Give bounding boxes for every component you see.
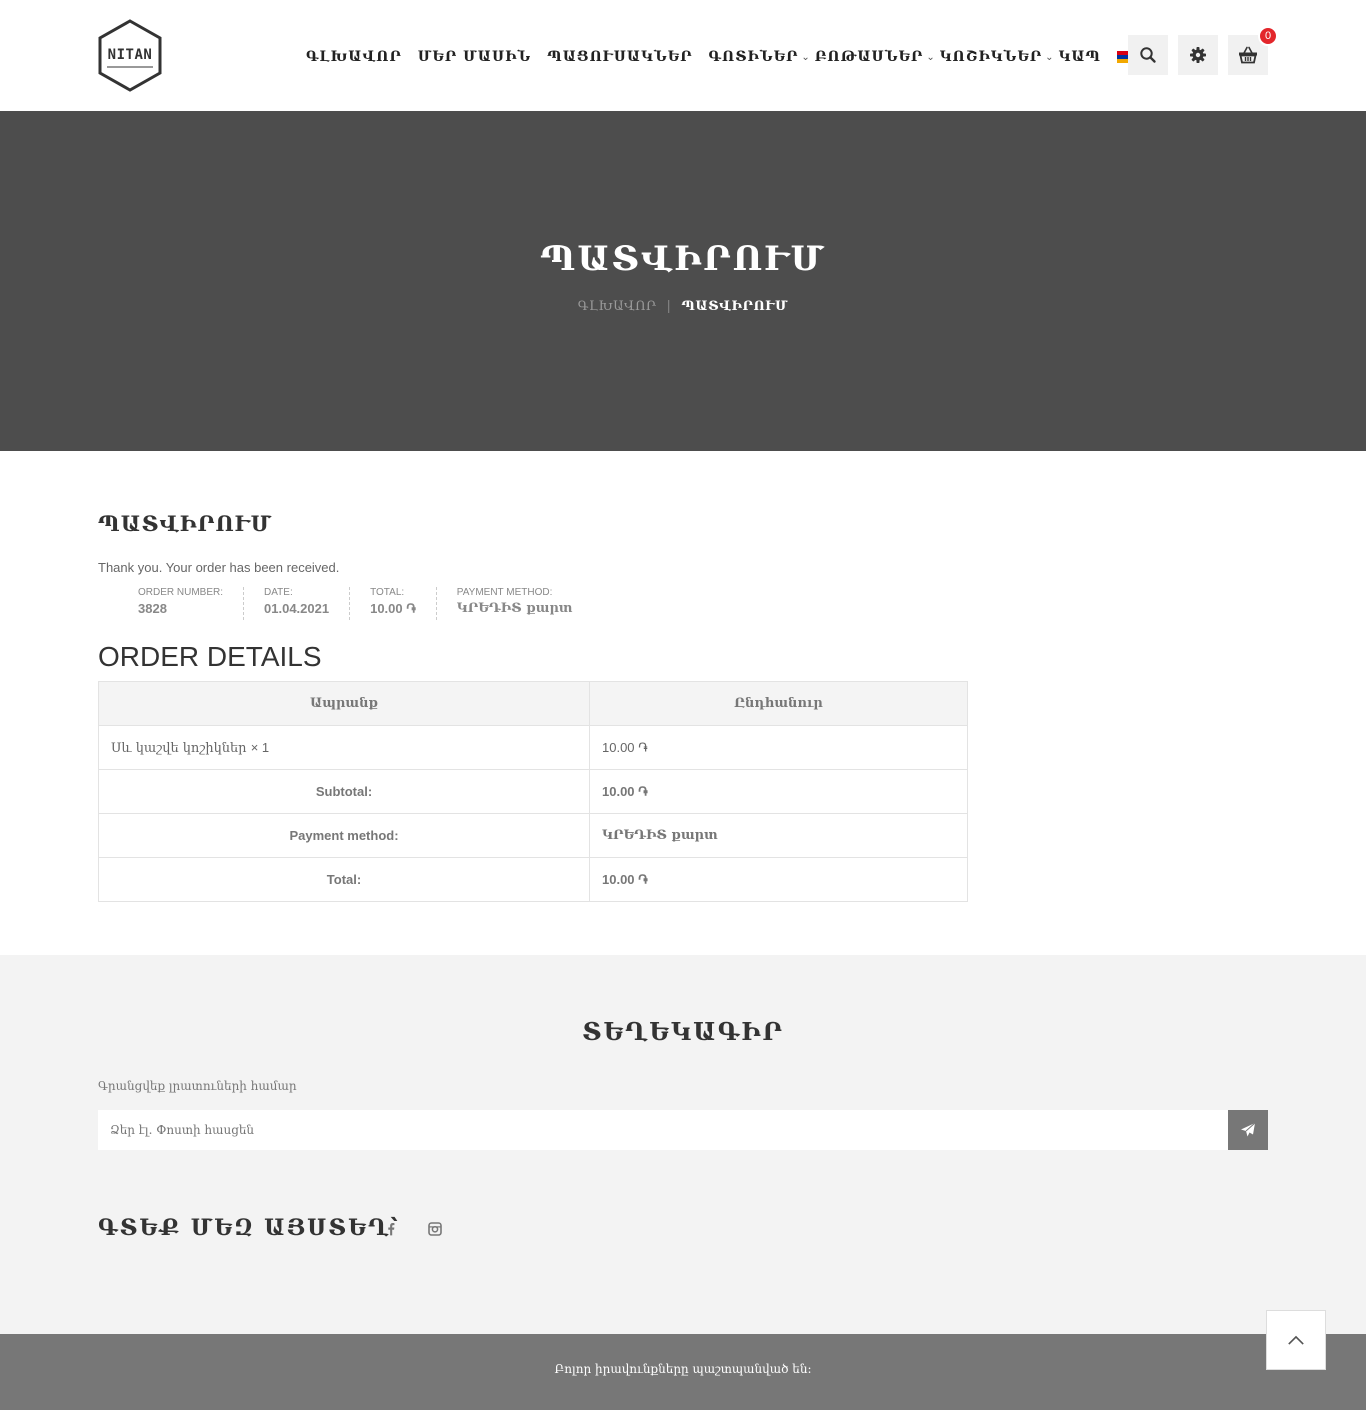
overview-label: ORDER NUMBER: bbox=[138, 587, 224, 598]
cart-button[interactable]: 0 bbox=[1228, 26, 1278, 75]
breadcrumb-home-link[interactable]: ԳԼԽԱՎՈՐ bbox=[578, 299, 657, 314]
copyright-text: Բոլոր իրավունքները պաշտպանված են: bbox=[554, 1362, 812, 1376]
chevron-down-icon: ⌄ bbox=[926, 51, 936, 63]
subtotal-value: 10.00 ֏ bbox=[589, 769, 968, 814]
nav-item-contact[interactable]: ԿԱՊ bbox=[1059, 49, 1101, 65]
breadcrumb-separator: | bbox=[666, 299, 672, 314]
settings-button[interactable] bbox=[1178, 35, 1218, 75]
overview-value: ԿՐԵԴԻՏ քարտ bbox=[456, 601, 573, 616]
gear-icon bbox=[1190, 47, 1206, 63]
site-header: NITAN ԳԼԽԱՎՈՐ ՄԵՐ ՄԱՍԻՆ ՊԱՑՈՒՍԱԿՆԵՐ ԳՈՏԻ… bbox=[0, 0, 1366, 111]
overview-value: 3828 bbox=[138, 601, 167, 616]
product-cell: Սև կաշվե կոշիկներ × 1 bbox=[98, 725, 590, 770]
nav-label: ԲՈԹԱՍՆԵՐ bbox=[814, 49, 924, 65]
table-row: Total: 10.00 ֏ bbox=[98, 857, 968, 902]
nav-item-about[interactable]: ՄԵՐ ՄԱՍԻՆ bbox=[418, 49, 531, 65]
facebook-link[interactable] bbox=[384, 1221, 398, 1237]
search-icon bbox=[1140, 47, 1156, 63]
newsletter-section: ՏԵՂԵԿԱԳԻՐ Գրանցվեք լրատուների համար ԳՏԵՔ… bbox=[0, 955, 1366, 1334]
table-row: Subtotal: 10.00 ֏ bbox=[98, 769, 968, 814]
column-header-total: Ընդհանուր bbox=[589, 681, 968, 726]
chevron-up-icon bbox=[1288, 1335, 1304, 1345]
breadcrumb-current: ՊԱՏՎԻՐՈՒՄ bbox=[681, 299, 789, 314]
newsletter-label: Գրանցվեք լրատուների համար bbox=[98, 1079, 297, 1093]
payment-method-label: Payment method: bbox=[98, 813, 590, 858]
instagram-icon bbox=[428, 1222, 442, 1236]
column-header-product: Ապրանք bbox=[98, 681, 590, 726]
main-nav: ԳԼԽԱՎՈՐ ՄԵՐ ՄԱՍԻՆ ՊԱՑՈՒՍԱԿՆԵՐ ԳՈՏԻՆԵՐ ⌄ Բ… bbox=[306, 46, 1148, 68]
nav-label: ԿՈՇԻԿՆԵՐ bbox=[939, 49, 1043, 65]
order-overview: ORDER NUMBER: 3828 DATE: 01.04.2021 TOTA… bbox=[98, 587, 592, 620]
chevron-down-icon: ⌄ bbox=[801, 51, 811, 63]
instagram-link[interactable] bbox=[428, 1221, 442, 1237]
product-total: 10.00 ֏ bbox=[589, 725, 968, 770]
total-label: Total: bbox=[98, 857, 590, 902]
breadcrumb: ԳԼԽԱՎՈՐ | ՊԱՏՎԻՐՈՒՄ bbox=[0, 299, 1366, 314]
nav-item-boots[interactable]: ԲՈԹԱՍՆԵՐ ⌄ bbox=[814, 49, 935, 65]
order-heading: ՊԱՏՎԻՐՈՒՄ bbox=[98, 511, 273, 536]
nav-item-belts[interactable]: ԳՈՏԻՆԵՐ ⌄ bbox=[708, 49, 810, 65]
nav-label: ՊԱՑՈՒՍԱԿՆԵՐ bbox=[547, 49, 693, 65]
table-row: Սև կաշվե կոշիկներ × 1 10.00 ֏ bbox=[98, 725, 968, 770]
newsletter-title: ՏԵՂԵԿԱԳԻՐ bbox=[582, 1017, 784, 1046]
newsletter-email-input[interactable] bbox=[98, 1110, 1228, 1150]
nav-item-shoes[interactable]: ԿՈՇԻԿՆԵՐ ⌄ bbox=[939, 49, 1054, 65]
table-header-row: Ապրանք Ընդհանուր bbox=[98, 681, 968, 726]
order-details-title: ORDER DETAILS bbox=[98, 641, 322, 672]
table-row: Payment method: ԿՐԵԴԻՏ քարտ bbox=[98, 813, 968, 858]
paper-plane-icon bbox=[1241, 1122, 1256, 1137]
logo-text: NITAN bbox=[107, 47, 153, 63]
overview-value: 01.04.2021 bbox=[264, 601, 330, 616]
total-value: 10.00 ֏ bbox=[589, 857, 968, 902]
facebook-icon bbox=[388, 1223, 395, 1236]
site-footer: Բոլոր իրավունքները պաշտպանված են: bbox=[0, 1334, 1366, 1410]
overview-value: 10.00 ֏ bbox=[370, 601, 416, 616]
product-quantity: × 1 bbox=[250, 739, 270, 755]
order-received-message: Thank you. Your order has been received. bbox=[98, 560, 340, 575]
nav-item-home[interactable]: ԳԼԽԱՎՈՐ bbox=[306, 49, 402, 65]
nav-label: ԳՈՏԻՆԵՐ bbox=[708, 49, 799, 65]
overview-label: TOTAL: bbox=[370, 587, 405, 598]
subtotal-label: Subtotal: bbox=[98, 769, 590, 814]
logo[interactable]: NITAN bbox=[97, 19, 163, 92]
nav-label: ՄԵՐ ՄԱՍԻՆ bbox=[417, 49, 532, 65]
order-number: ORDER NUMBER: 3828 bbox=[98, 587, 245, 620]
newsletter-submit-button[interactable] bbox=[1228, 1110, 1268, 1150]
chevron-down-icon: ⌄ bbox=[1045, 51, 1055, 63]
overview-label: DATE: bbox=[264, 587, 293, 598]
find-us-heading: ԳՏԵՔ ՄԵԶ ԱՅՍՏԵՂ՝ bbox=[98, 1215, 400, 1241]
page-hero: ՊԱՏՎԻՐՈՒՄ ԳԼԽԱՎՈՐ | ՊԱՏՎԻՐՈՒՄ bbox=[0, 111, 1366, 451]
basket-icon bbox=[1239, 46, 1257, 64]
payment-method-value: ԿՐԵԴԻՏ քարտ bbox=[589, 813, 968, 858]
order-date: DATE: 01.04.2021 bbox=[244, 587, 351, 620]
order-payment-method: PAYMENT METHOD: ԿՐԵԴԻՏ քարտ bbox=[437, 587, 593, 620]
overview-label: PAYMENT METHOD: bbox=[456, 587, 553, 598]
search-button[interactable] bbox=[1128, 35, 1168, 75]
back-to-top-button[interactable] bbox=[1266, 1310, 1326, 1370]
nav-label: ԿԱՊ bbox=[1058, 49, 1102, 65]
page-title: ՊԱՏՎԻՐՈՒՄ bbox=[540, 239, 826, 279]
order-total: TOTAL: 10.00 ֏ bbox=[350, 587, 437, 620]
cart-count-badge: 0 bbox=[1258, 26, 1278, 46]
product-link[interactable]: Սև կաշվե կոշիկներ bbox=[111, 741, 247, 756]
nav-item-laces[interactable]: ՊԱՑՈՒՍԱԿՆԵՐ bbox=[547, 49, 692, 65]
nav-label: ԳԼԽԱՎՈՐ bbox=[306, 49, 402, 65]
order-details-table: Ապրանք Ընդհանուր Սև կաշվե կոշիկներ × 1 1… bbox=[98, 681, 968, 902]
